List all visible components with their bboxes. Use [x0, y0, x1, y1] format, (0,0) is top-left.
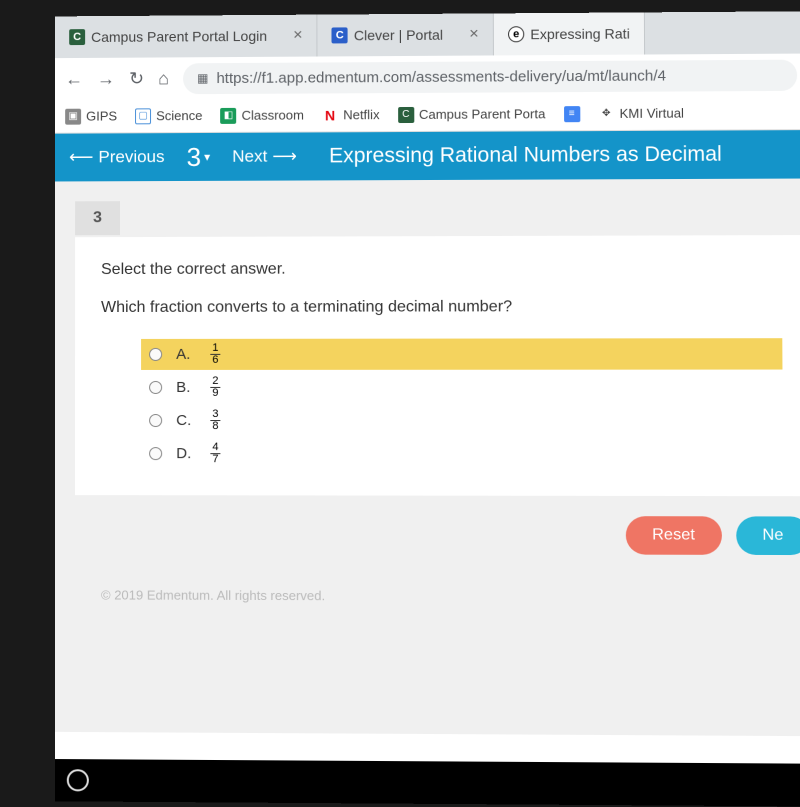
bookmark-icon: ▣ — [65, 108, 81, 124]
question-prompt: Which fraction converts to a terminating… — [101, 298, 782, 317]
assessment-title: Expressing Rational Numbers as Decimal — [329, 143, 722, 169]
tab-icon-clever: C — [332, 27, 348, 43]
instruction-text: Select the correct answer. — [101, 259, 782, 279]
tab-label: Clever | Portal — [354, 27, 443, 44]
question-card: Select the correct answer. Which fractio… — [75, 235, 800, 496]
arrow-right-icon: ⟶ — [272, 147, 297, 167]
forward-icon[interactable]: → — [97, 68, 115, 89]
url-bar: ← → ↻ ⌂ ▦ https://f1.app.edmentum.com/as… — [55, 54, 800, 100]
close-icon[interactable]: × — [293, 27, 302, 45]
bookmark-icon: ✥ — [598, 105, 614, 121]
radio-button[interactable] — [149, 414, 162, 427]
option-d[interactable]: D. 47 — [141, 438, 783, 470]
tab-campus-parent-portal[interactable]: C Campus Parent Portal Login × — [55, 15, 317, 59]
option-letter: A. — [176, 346, 196, 363]
next-button[interactable]: Next ⟶ — [232, 147, 297, 167]
chevron-down-icon: ▾ — [204, 150, 210, 164]
tab-expressing-rational[interactable]: e Expressing Rati — [494, 12, 645, 55]
tab-clever-portal[interactable]: C Clever | Portal × — [318, 13, 494, 56]
bookmark-doc[interactable]: ≡ — [564, 106, 580, 122]
reset-button[interactable]: Reset — [625, 516, 721, 555]
radio-button[interactable] — [149, 381, 162, 394]
reload-icon[interactable]: ↻ — [129, 68, 144, 89]
bookmark-science[interactable]: ▢ Science — [135, 108, 202, 124]
close-icon[interactable]: × — [469, 26, 478, 44]
tab-icon-campus: C — [69, 29, 85, 45]
previous-button[interactable]: ⟵ Previous — [69, 147, 164, 167]
footer-copyright: © 2019 Edmentum. All rights reserved. — [75, 573, 800, 619]
fraction: 16 — [210, 343, 220, 366]
site-info-icon: ▦ — [197, 71, 208, 85]
radio-button[interactable] — [149, 348, 162, 361]
url-input[interactable]: ▦ https://f1.app.edmentum.com/assessment… — [183, 59, 797, 94]
option-letter: D. — [176, 445, 196, 462]
doc-icon: ≡ — [564, 106, 580, 122]
option-letter: C. — [176, 412, 196, 429]
bookmark-classroom[interactable]: ◧ Classroom — [220, 107, 303, 123]
option-a[interactable]: A. 16 — [141, 338, 782, 370]
url-text: https://f1.app.edmentum.com/assessments-… — [216, 67, 666, 87]
bookmark-netflix[interactable]: N Netflix — [322, 107, 380, 123]
option-b[interactable]: B. 29 — [141, 372, 783, 403]
bookmarks-bar: ▣ GIPS ▢ Science ◧ Classroom N Netflix C… — [55, 96, 800, 134]
bookmark-gips[interactable]: ▣ GIPS — [65, 108, 117, 124]
home-icon[interactable]: ⌂ — [158, 68, 169, 89]
bookmark-icon: ▢ — [135, 108, 151, 124]
next-button[interactable]: Ne — [736, 516, 800, 555]
question-tab[interactable]: 3 — [75, 201, 120, 235]
cortana-icon[interactable] — [67, 769, 89, 791]
option-c[interactable]: C. 38 — [141, 405, 783, 436]
option-letter: B. — [176, 379, 196, 396]
tab-label: Campus Parent Portal Login — [91, 28, 267, 45]
question-number-dropdown[interactable]: 3 ▾ — [187, 141, 211, 172]
bookmark-icon: ◧ — [220, 107, 236, 123]
fraction: 38 — [210, 409, 220, 432]
taskbar — [55, 759, 800, 806]
tab-icon-edmentum: e — [508, 26, 524, 42]
tab-label: Expressing Rati — [530, 26, 630, 43]
action-buttons: Reset Ne — [75, 495, 800, 575]
arrow-left-icon: ⟵ — [69, 147, 93, 167]
answer-options: A. 16 B. 29 C. 38 D. 47 — [141, 338, 783, 470]
bookmark-kmi-virtual[interactable]: ✥ KMI Virtual — [598, 105, 684, 122]
fraction: 29 — [210, 376, 220, 399]
netflix-icon: N — [322, 107, 338, 123]
back-icon[interactable]: ← — [65, 68, 83, 89]
fraction: 47 — [210, 442, 220, 465]
radio-button[interactable] — [149, 447, 162, 460]
browser-tabs-bar: C Campus Parent Portal Login × C Clever … — [55, 11, 800, 58]
bookmark-campus-parent[interactable]: C Campus Parent Porta — [398, 106, 546, 123]
bookmark-icon: C — [398, 106, 414, 122]
assessment-nav-bar: ⟵ Previous 3 ▾ Next ⟶ Expressing Rationa… — [55, 130, 800, 181]
content-area: 3 Select the correct answer. Which fract… — [55, 179, 800, 737]
